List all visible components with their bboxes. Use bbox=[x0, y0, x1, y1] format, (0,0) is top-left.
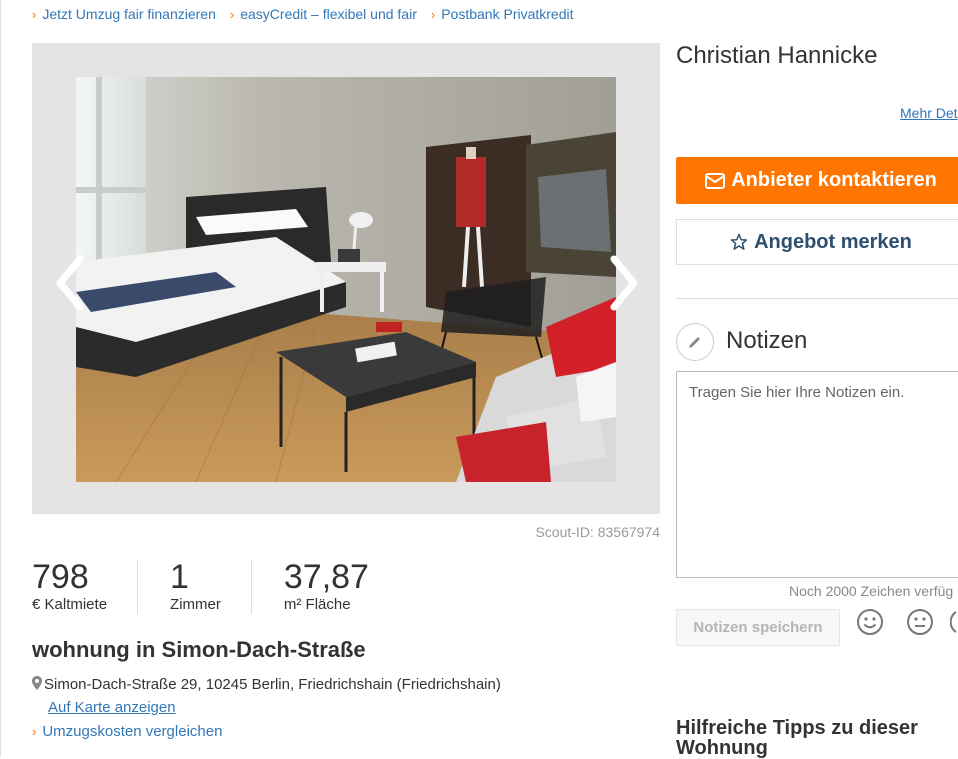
listing-photo[interactable] bbox=[76, 77, 616, 482]
fact-rooms: 1 Zimmer bbox=[170, 560, 252, 614]
listing-address: Simon-Dach-Straße 29, 10245 Berlin, Frie… bbox=[32, 676, 501, 693]
save-notes-button[interactable]: Notizen speichern bbox=[676, 609, 840, 646]
fact-label: € Kaltmiete bbox=[32, 596, 108, 613]
chevron-right-icon: › bbox=[32, 724, 37, 739]
top-link-umzug[interactable]: › Jetzt Umzug fair finanzieren bbox=[32, 6, 216, 24]
fact-value: 798 bbox=[32, 558, 89, 596]
fact-area: 37,87 m² Fläche bbox=[284, 560, 399, 614]
notes-textarea[interactable] bbox=[676, 371, 958, 578]
moving-costs-link[interactable]: › Umzugskosten vergleichen bbox=[32, 723, 222, 740]
gallery-prev-button[interactable] bbox=[50, 253, 90, 313]
envelope-icon bbox=[705, 172, 726, 189]
pencil-icon bbox=[676, 323, 714, 361]
pencil-glyph bbox=[689, 337, 700, 348]
fact-value: 37,87 bbox=[283, 558, 369, 596]
contact-provider-button[interactable]: Anbieter kontaktieren bbox=[676, 157, 958, 204]
show-on-map-link[interactable]: Auf Karte anzeigen bbox=[48, 699, 176, 716]
image-gallery bbox=[32, 43, 660, 514]
top-link-easycredit[interactable]: › easyCredit – flexibel und fair bbox=[230, 6, 417, 24]
fact-rent: 798 € Kaltmiete bbox=[32, 558, 139, 614]
tips-heading: Hilfreiche Tipps zu dieser Wohnung bbox=[676, 717, 918, 759]
gallery-next-button[interactable] bbox=[604, 253, 644, 313]
top-links: › Jetzt Umzug fair finanzieren › easyCredi… bbox=[32, 6, 574, 24]
fact-label: Zimmer bbox=[170, 596, 221, 613]
chevron-right-icon: › bbox=[32, 7, 37, 22]
star-icon bbox=[730, 233, 748, 250]
map-marker-icon bbox=[32, 676, 42, 690]
page-left-border bbox=[0, 0, 1, 757]
chevron-left-icon bbox=[56, 255, 84, 311]
scout-id: Scout-ID: 83567974 bbox=[535, 524, 660, 540]
top-link-postbank[interactable]: › Postbank Privatkredit bbox=[431, 6, 574, 24]
notes-heading: Notizen bbox=[726, 327, 808, 354]
chevron-right-icon bbox=[610, 255, 638, 311]
more-details-link[interactable]: Mehr Det bbox=[900, 105, 958, 121]
listing-title: wohnung in Simon-Dach-Straße bbox=[32, 637, 366, 662]
fact-value: 1 bbox=[170, 558, 189, 596]
neutral-face-icon[interactable] bbox=[906, 608, 934, 636]
chevron-right-icon: › bbox=[430, 7, 436, 22]
divider bbox=[676, 298, 958, 299]
sad-face-icon[interactable] bbox=[950, 608, 958, 636]
contact-name: Christian Hannicke bbox=[676, 42, 878, 69]
key-facts: 798 € Kaltmiete 1 Zimmer 37,87 m² Fläche bbox=[32, 560, 431, 614]
notes-remaining-count: Noch 2000 Zeichen verfüg bbox=[789, 583, 954, 599]
happy-face-icon[interactable] bbox=[856, 608, 884, 636]
fact-label: m² Fläche bbox=[283, 596, 351, 613]
save-offer-button[interactable]: Angebot merken bbox=[676, 219, 958, 265]
chevron-right-icon: › bbox=[229, 7, 235, 22]
